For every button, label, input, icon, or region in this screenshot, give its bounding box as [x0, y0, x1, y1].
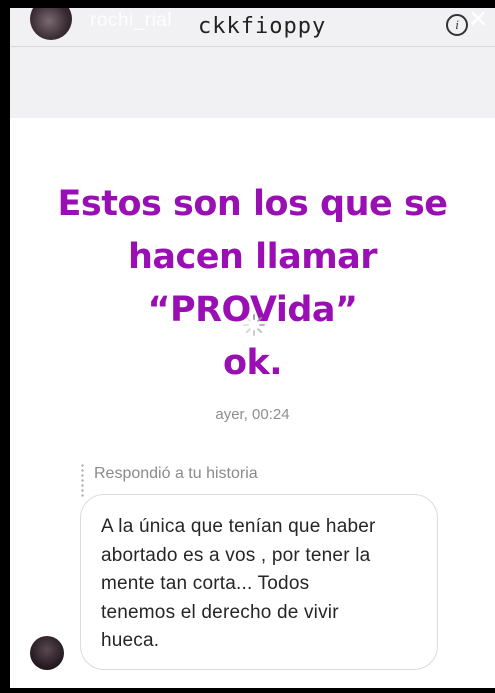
dm-screen: rochi_rial ckkfioppy i ✕ Estos son los q…: [10, 8, 495, 688]
story-line-3: ok.: [222, 343, 283, 383]
left-black-strip: [0, 0, 10, 693]
info-icon[interactable]: i: [446, 14, 468, 36]
header-divider: [10, 46, 495, 47]
loading-spinner-icon: [243, 314, 265, 336]
message-text: A la única que tenían que haber abortado…: [101, 513, 421, 656]
message-line: tenemos el derecho de vivir: [101, 601, 339, 623]
reply-indicator-line: [81, 463, 84, 498]
bottom-black-strip: [0, 688, 495, 693]
sender-avatar[interactable]: [30, 636, 64, 670]
message-line: mente tan corta... Todos: [101, 573, 310, 594]
message-timestamp: ayer, 00:24: [215, 406, 290, 423]
top-black-strip: [0, 0, 495, 8]
close-icon[interactable]: ✕: [468, 8, 488, 32]
story-preview-text[interactable]: Estos son los que se hacen llamar “PROVi…: [30, 178, 475, 390]
message-bubble[interactable]: A la única que tenían que haber abortado…: [80, 494, 438, 670]
overlay-username: rochi_rial: [90, 10, 173, 31]
message-line: hueca.: [101, 630, 160, 651]
message-line: A la única que tenían que haber: [101, 516, 376, 537]
header-username[interactable]: ckkfioppy: [198, 14, 326, 39]
reply-label: Respondió a tu historia: [94, 465, 258, 482]
story-line-1: Estos son los que se: [57, 184, 448, 224]
message-line: abortado es a vos , por tener la: [101, 544, 371, 566]
